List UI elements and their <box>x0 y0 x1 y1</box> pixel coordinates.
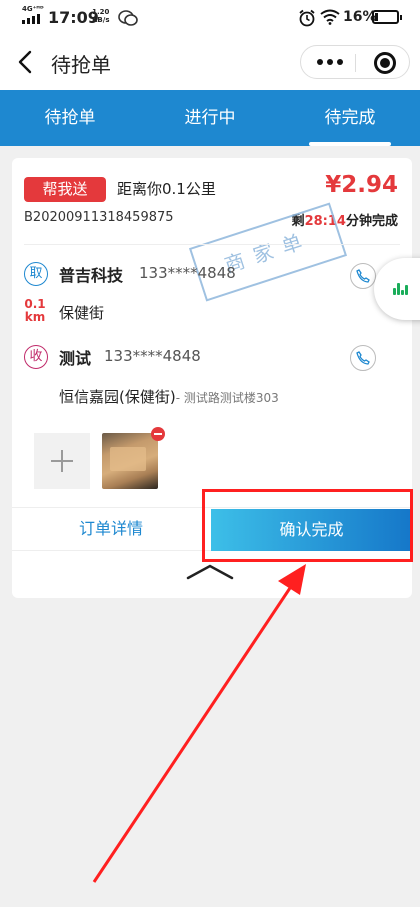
tab-to-complete[interactable]: 待完成 <box>280 90 420 146</box>
annotation-arrow <box>92 564 306 883</box>
wifi-icon <box>320 9 340 25</box>
pickup-icon: 取 <box>24 262 48 286</box>
more-menu-icon[interactable] <box>317 56 343 68</box>
signal-icon <box>22 14 40 24</box>
order-detail-button[interactable]: 订单详情 <box>12 508 210 550</box>
divider <box>24 244 400 245</box>
pickup-distance: 0.1 km <box>24 297 46 324</box>
uploaded-photo-thumbnail[interactable] <box>102 433 158 489</box>
tab-in-progress[interactable]: 进行中 <box>140 90 280 146</box>
add-photo-button[interactable] <box>34 433 90 489</box>
annotation-highlight-box <box>202 489 413 562</box>
merchant-order-stamp: 商家单 <box>188 202 348 302</box>
network-indicator: 4G⁺ᴴᴰ <box>22 5 44 13</box>
status-bar: 4G⁺ᴴᴰ 17:09 1.20 KB/s 16% <box>0 0 420 34</box>
distance-text: 距离你0.1公里 <box>117 180 216 198</box>
delivery-address: 恒信嘉园(保健街)- 测试路测试楼303 <box>59 388 279 406</box>
navigation-bar: 待抢单 <box>0 34 420 90</box>
pickup-address: 保健街 <box>59 304 105 322</box>
miniprogram-capsule <box>300 45 410 79</box>
alarm-icon <box>299 9 315 27</box>
sender-phone: 133****4848 <box>139 264 236 282</box>
close-miniprogram-icon[interactable] <box>374 52 396 74</box>
tab-pending-grab[interactable]: 待抢单 <box>0 90 140 146</box>
sender-name: 普吉科技 <box>59 266 124 285</box>
wechat-icon <box>118 10 138 26</box>
network-speed: 1.20 KB/s <box>92 8 110 24</box>
battery-icon <box>372 10 402 24</box>
service-type-badge: 帮我送 <box>24 177 106 202</box>
receiver-name: 测试 <box>59 349 92 368</box>
call-sender-phone-icon[interactable] <box>350 263 376 289</box>
delivery-address-detail: - 测试路测试楼303 <box>175 391 279 405</box>
order-id: B20200911318459875 <box>24 210 174 225</box>
capsule-divider <box>355 54 356 72</box>
call-receiver-phone-icon[interactable] <box>350 345 376 371</box>
order-price: ¥2.94 <box>325 172 398 198</box>
voice-icon <box>393 283 411 295</box>
remove-photo-icon[interactable] <box>151 427 165 441</box>
back-arrow-icon[interactable] <box>14 48 38 76</box>
tab-bar: 待抢单 进行中 待完成 <box>0 90 420 146</box>
page-title: 待抢单 <box>51 53 111 77</box>
delivery-icon: 收 <box>24 345 48 369</box>
receiver-phone: 133****4848 <box>104 347 201 365</box>
